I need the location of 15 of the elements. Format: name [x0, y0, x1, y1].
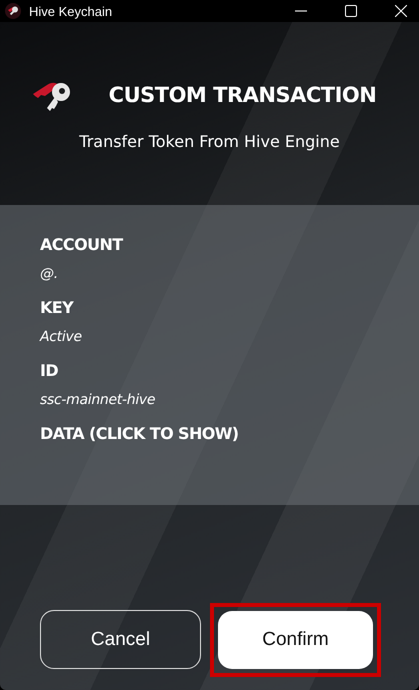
show-data-toggle[interactable]: DATA (CLICK TO SHOW)	[40, 424, 239, 443]
window-title: Hive Keychain	[29, 4, 112, 18]
field-value: @.	[40, 266, 58, 282]
page-title: CUSTOM TRANSACTION	[108, 83, 376, 107]
page-subtitle: Transfer Token From Hive Engine	[79, 132, 340, 151]
field-label: ID	[40, 361, 58, 380]
close-icon[interactable]	[395, 5, 407, 17]
key-icon	[5, 3, 21, 19]
cancel-button[interactable]: Cancel	[40, 610, 201, 669]
field-label: ACCOUNT	[40, 235, 123, 254]
field-value: Active	[40, 329, 82, 345]
maximize-icon[interactable]	[345, 5, 357, 17]
field-value: ssc-mainnet-hive	[40, 392, 156, 408]
field-label: KEY	[40, 298, 74, 317]
confirm-button[interactable]: Confirm	[218, 610, 373, 668]
